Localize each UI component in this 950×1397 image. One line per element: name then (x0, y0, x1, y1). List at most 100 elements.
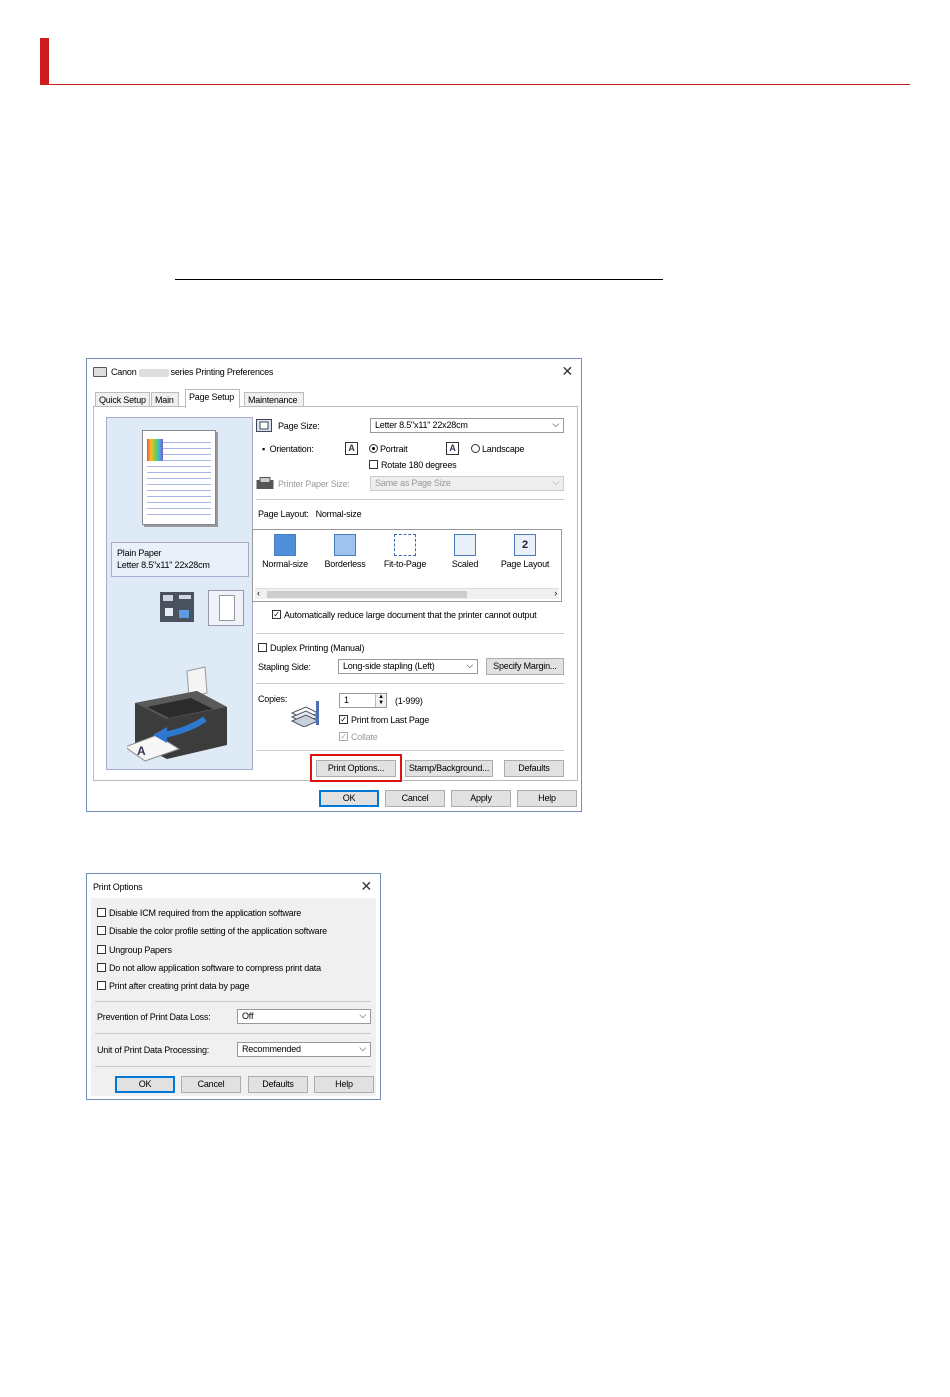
copies-range: (1-999) (395, 696, 423, 706)
layout-scrollbar[interactable]: ‹ › (255, 588, 559, 599)
collate-checkbox[interactable]: ✓ Collate (339, 732, 378, 742)
dialog-title: Print Options (93, 882, 143, 892)
auto-reduce-checkbox[interactable]: ✓ Automatically reduce large document tha… (272, 610, 537, 620)
po-help-button[interactable]: Help (314, 1076, 374, 1093)
dialog-titlebar: Print Options ✕ (87, 874, 380, 900)
normal-size-icon (274, 534, 296, 556)
scroll-left-icon[interactable]: ‹ (257, 588, 260, 598)
link-underline (175, 279, 663, 280)
po-defaults-button[interactable]: Defaults (248, 1076, 308, 1093)
page-size-select[interactable]: Letter 8.5"x11" 22x28cm ⌵ (370, 418, 564, 433)
stapling-side-select[interactable]: Long-side stapling (Left) ⌵ (338, 659, 478, 674)
layout-fit-to-page[interactable]: Fit-to-Page (375, 534, 435, 569)
layout-page-layout[interactable]: 2 Page Layout (495, 534, 555, 569)
dialog-title: Canon series Printing Preferences (111, 367, 274, 377)
chevron-down-icon: ⌵ (552, 419, 559, 429)
defaults-button[interactable]: Defaults (504, 760, 564, 777)
prevention-select[interactable]: Off ⌵ (237, 1009, 371, 1024)
fit-to-page-icon (394, 534, 416, 556)
page-size-label: Page Size: (278, 421, 320, 431)
no-compress-checkbox[interactable]: Do not allow application software to com… (97, 963, 321, 973)
paper-info: Plain Paper Letter 8.5"x11" 22x28cm (111, 542, 249, 577)
highlight-box (310, 754, 402, 782)
orientation-label: ▪ Orientation: (262, 444, 314, 454)
rotate-180-checkbox[interactable]: Rotate 180 degrees (369, 460, 457, 470)
separator (95, 1066, 371, 1067)
layout-borderless[interactable]: Borderless (315, 534, 375, 569)
copies-input[interactable]: 1 ▲ ▼ (339, 693, 387, 708)
po-cancel-button[interactable]: Cancel (181, 1076, 241, 1093)
tab-maintenance[interactable]: Maintenance (244, 392, 304, 407)
printer-illustration: A (127, 666, 227, 762)
ok-button[interactable]: OK (319, 790, 379, 807)
printer-icon (93, 367, 107, 377)
chevron-down-icon: ⌵ (359, 1043, 366, 1053)
borderless-icon (334, 534, 356, 556)
close-icon[interactable]: ✕ (360, 878, 372, 895)
chevron-down-icon: ⌵ (359, 1010, 366, 1020)
page-layout-list: Normal-size Borderless Fit-to-Page Scale… (252, 529, 562, 602)
tab-page-setup[interactable]: Page Setup (185, 389, 240, 408)
tab-quick-setup[interactable]: Quick Setup (95, 392, 150, 407)
separator (256, 683, 564, 684)
paper-size-text: Letter 8.5"x11" 22x28cm (117, 560, 210, 570)
print-options-dialog: Print Options ✕ Disable ICM required fro… (86, 873, 381, 1100)
separator (256, 499, 564, 500)
separator (256, 750, 564, 751)
copies-stack-icon (290, 701, 320, 727)
scrollbar-thumb[interactable] (267, 591, 467, 598)
printer-paper-size-select[interactable]: Same as Page Size ⌵ (370, 476, 564, 491)
po-ok-button[interactable]: OK (115, 1076, 175, 1093)
portrait-orientation-icon: A (345, 442, 358, 455)
separator (256, 633, 564, 634)
page-layout-value: Normal-size (315, 509, 362, 519)
paper-source-icon (160, 592, 194, 622)
scroll-right-icon[interactable]: › (554, 588, 557, 598)
help-button[interactable]: Help (517, 790, 577, 807)
portrait-radio[interactable]: Portrait (369, 444, 408, 454)
stamp-background-button[interactable]: Stamp/Background... (405, 760, 493, 777)
section-header-rule (40, 84, 910, 85)
landscape-orientation-icon: A (446, 442, 459, 455)
page-layout-icon: 2 (514, 534, 536, 556)
disable-color-profile-checkbox[interactable]: Disable the color profile setting of the… (97, 926, 327, 936)
tab-main[interactable]: Main (151, 392, 179, 407)
disable-icm-checkbox[interactable]: Disable ICM required from the applicatio… (97, 908, 301, 918)
page-preview (142, 430, 216, 525)
page-size-icon (256, 419, 272, 432)
landscape-radio[interactable]: Landscape (471, 444, 524, 454)
chevron-down-icon: ⌵ (552, 477, 559, 487)
close-icon[interactable]: ✕ (561, 363, 573, 380)
preview-pane: Plain Paper Letter 8.5"x11" 22x28cm A (106, 417, 253, 770)
paper-thumbnail-icon (208, 590, 244, 626)
specify-margin-button[interactable]: Specify Margin... (486, 658, 564, 675)
scaled-icon (454, 534, 476, 556)
unit-processing-label: Unit of Print Data Processing: (97, 1045, 210, 1055)
page-layout-label: Page Layout: Normal-size (258, 509, 362, 519)
apply-button[interactable]: Apply (451, 790, 511, 807)
section-header-bar (40, 38, 49, 85)
unit-processing-select[interactable]: Recommended ⌵ (237, 1042, 371, 1057)
chevron-down-icon: ⌵ (466, 660, 473, 670)
print-from-last-page-checkbox[interactable]: ✓ Print from Last Page (339, 715, 429, 725)
layout-normal-size[interactable]: Normal-size (255, 534, 315, 569)
printing-preferences-dialog: Canon series Printing Preferences ✕ Quick… (86, 358, 582, 812)
prevention-label: Prevention of Print Data Loss: (97, 1012, 211, 1022)
copies-label: Copies: (258, 694, 288, 704)
printer-paper-size-label: Printer Paper Size: (278, 479, 350, 489)
separator (95, 1033, 371, 1034)
layout-scaled[interactable]: Scaled (435, 534, 495, 569)
redacted-model (138, 368, 169, 377)
svg-text:A: A (137, 744, 146, 758)
printer-paper-size-icon (256, 477, 274, 489)
cancel-button[interactable]: Cancel (385, 790, 445, 807)
page-setup-panel: Plain Paper Letter 8.5"x11" 22x28cm A Pa… (93, 406, 578, 782)
ungroup-papers-checkbox[interactable]: Ungroup Papers (97, 945, 172, 955)
copies-spinner[interactable]: ▲ ▼ (375, 694, 386, 707)
stapling-side-label: Stapling Side: (258, 662, 311, 672)
separator (95, 1001, 371, 1002)
print-options-body: Disable ICM required from the applicatio… (91, 898, 376, 1096)
duplex-checkbox[interactable]: Duplex Printing (Manual) (258, 643, 364, 653)
print-by-page-checkbox[interactable]: Print after creating print data by page (97, 981, 249, 991)
media-type-text: Plain Paper (117, 548, 162, 558)
